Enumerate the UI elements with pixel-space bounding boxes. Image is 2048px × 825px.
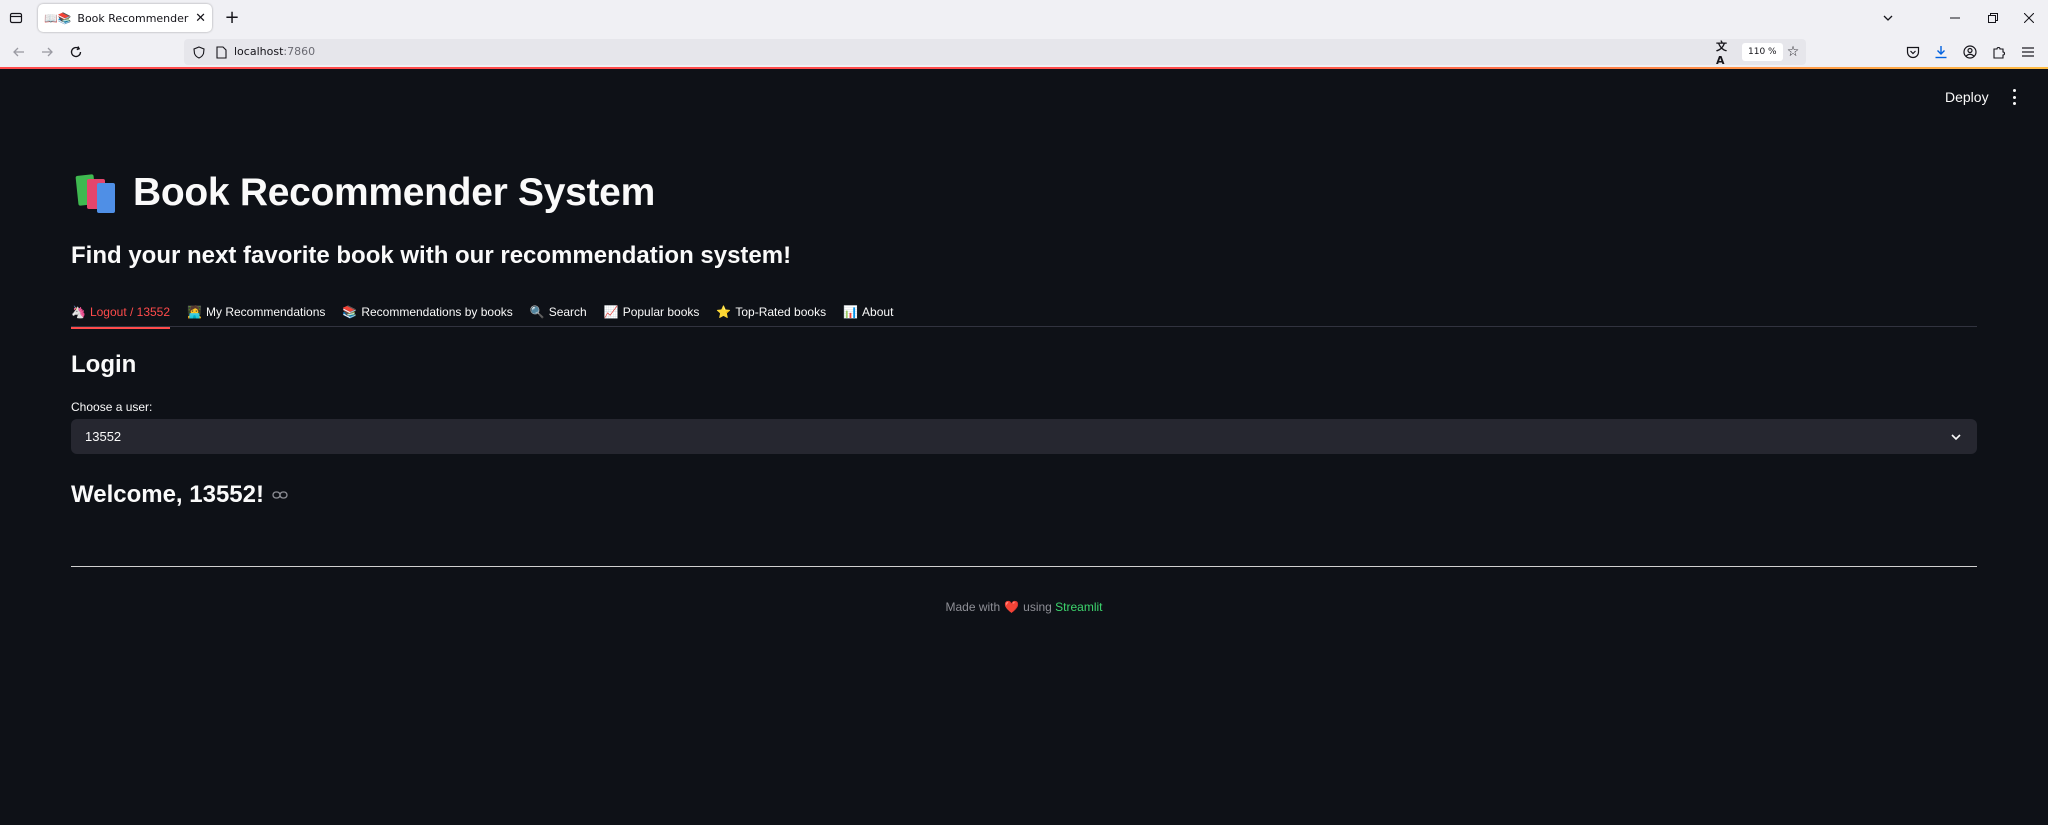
tab-label: Search — [548, 305, 587, 319]
streamlit-app: Deploy Book Recommender System Find your… — [0, 69, 2048, 825]
tab-my-recommendations[interactable]: 🧑‍💻 My Recommendations — [187, 297, 325, 327]
chevron-down-icon[interactable] — [1949, 430, 1963, 444]
tab-close-icon[interactable]: ✕ — [195, 11, 206, 26]
reload-icon[interactable] — [66, 42, 86, 62]
window-minimize-icon[interactable] — [1941, 4, 1969, 32]
tab-favicon-icon: 📖📚 — [44, 11, 72, 25]
url-bar[interactable]: localhost:7860 文A 110 % ☆ — [184, 39, 1806, 67]
tab-search[interactable]: 🔍 Search — [530, 297, 587, 327]
tab-logout[interactable]: 🦄 Logout / 13552 — [71, 297, 171, 329]
unicorn-icon: 🦄 — [71, 305, 86, 319]
tab-title: Book Recommender System — [77, 11, 191, 25]
browser-chrome: 📖📚 Book Recommender System ✕ + — [0, 0, 2048, 69]
tab-list-chevron-icon[interactable] — [1878, 8, 1898, 28]
footer: Made with ❤️ using Streamlit — [0, 600, 2048, 614]
tab-label: Popular books — [622, 305, 700, 319]
hamburger-menu-icon[interactable] — [2018, 42, 2038, 62]
title-text: Book Recommender System — [133, 171, 655, 214]
deploy-button[interactable]: Deploy — [1945, 89, 1989, 105]
login-heading: Login — [71, 351, 137, 378]
browser-tab[interactable]: 📖📚 Book Recommender System ✕ — [38, 4, 212, 32]
tab-label: My Recommendations — [205, 305, 326, 319]
subtitle: Find your next favorite book with our re… — [71, 242, 792, 269]
books-icon — [71, 171, 121, 215]
welcome-heading: Welcome, 13552! — [71, 481, 288, 509]
translate-icon[interactable]: 文A — [1716, 40, 1734, 67]
forward-arrow-icon[interactable] — [37, 42, 57, 62]
firefox-view-icon[interactable] — [6, 8, 26, 28]
heart-icon: ❤️ — [1004, 600, 1020, 614]
tab-strip: 📖📚 Book Recommender System ✕ + — [0, 0, 2048, 36]
welcome-text: Welcome, 13552! — [71, 481, 264, 508]
user-select-value: 13552 — [85, 429, 122, 444]
account-icon[interactable] — [1960, 42, 1980, 62]
tab-top-rated-books[interactable]: ⭐ Top-Rated books — [716, 297, 826, 327]
url-port: :7860 — [283, 45, 316, 58]
footer-using: using — [1023, 600, 1052, 614]
user-select[interactable]: 13552 — [71, 419, 1977, 454]
bookmark-star-icon[interactable]: ☆ — [1784, 43, 1802, 61]
download-icon[interactable] — [1931, 42, 1951, 62]
back-arrow-icon[interactable] — [9, 42, 29, 62]
url-text[interactable]: localhost:7860 — [234, 45, 315, 58]
chart-up-icon: 📈 — [603, 305, 619, 319]
books-icon: 📚 — [342, 305, 358, 319]
tab-label: About — [862, 305, 894, 319]
tracking-protection-shield-icon[interactable] — [190, 43, 208, 61]
streamlit-link[interactable]: Streamlit — [1055, 600, 1102, 614]
tab-label: Recommendations by books — [361, 305, 513, 319]
zoom-level-badge[interactable]: 110 % — [1742, 43, 1783, 61]
tab-about[interactable]: 📊 About — [843, 297, 893, 327]
page-info-icon[interactable] — [212, 43, 230, 61]
kebab-menu-icon[interactable] — [2008, 87, 2020, 107]
star-icon: ⭐ — [716, 305, 732, 319]
url-host: localhost — [234, 45, 284, 58]
extensions-puzzle-icon[interactable] — [1989, 42, 2009, 62]
new-tab-icon[interactable]: + — [222, 7, 242, 28]
footer-made-with: Made with — [945, 600, 1001, 614]
window-restore-icon[interactable] — [1979, 4, 2007, 32]
tab-bar: 🦄 Logout / 13552 🧑‍💻 My Recommendations … — [71, 297, 1977, 329]
pocket-icon[interactable] — [1903, 42, 1923, 62]
window-close-icon[interactable] — [2015, 4, 2043, 32]
divider — [71, 566, 1977, 567]
tab-label: Logout / 13552 — [89, 305, 171, 319]
technologist-icon: 🧑‍💻 — [187, 305, 202, 319]
magnifier-icon: 🔍 — [529, 305, 545, 319]
tab-label: Top-Rated books — [735, 305, 827, 319]
bar-chart-icon: 📊 — [843, 305, 859, 319]
navigation-toolbar: localhost:7860 文A 110 % ☆ — [0, 36, 2048, 68]
choose-user-label: Choose a user: — [71, 400, 153, 414]
link-icon[interactable] — [272, 487, 288, 503]
tab-recommendations-by-books[interactable]: 📚 Recommendations by books — [342, 297, 512, 327]
tab-popular-books[interactable]: 📈 Popular books — [604, 297, 700, 327]
page-title: Book Recommender System — [71, 171, 655, 215]
